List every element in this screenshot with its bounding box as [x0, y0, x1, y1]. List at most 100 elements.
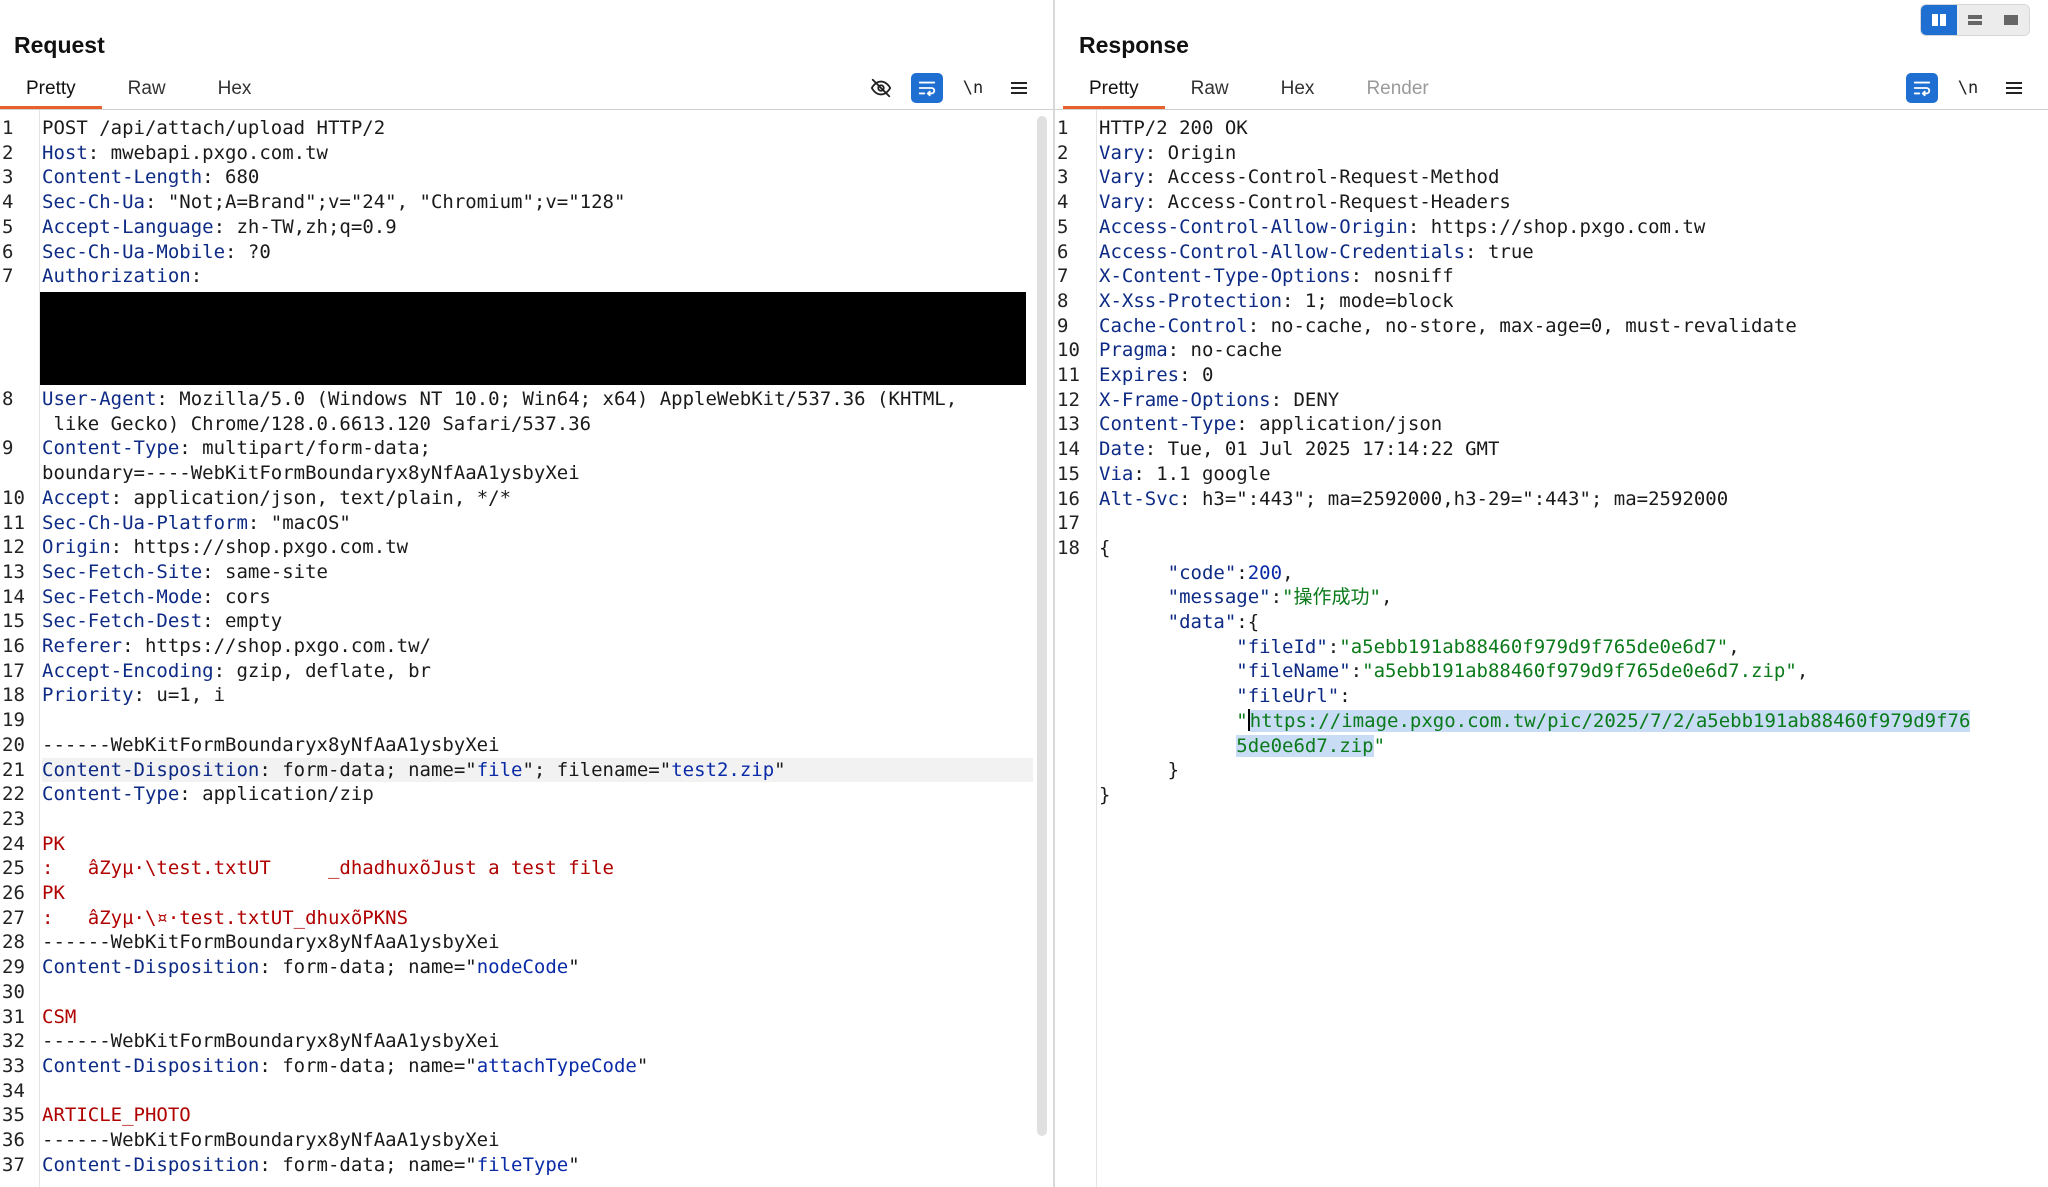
menu-icon[interactable] [1998, 73, 2030, 103]
layout-view-toggle [1920, 4, 2030, 36]
request-line: Sec-Fetch-Dest: empty [42, 610, 283, 633]
request-line: Origin: https://shop.pxgo.com.tw [42, 536, 409, 559]
response-line: Access-Control-Allow-Origin: https://sho… [1099, 215, 1706, 238]
newline-toggle[interactable]: \n [1952, 73, 1984, 103]
request-gutter: 1 2 3 4 5 6 7 8 9 10 11 12 13 14 15 16 17 18 19 20 21 22 23 24 2… [0, 110, 40, 1187]
request-scrollbar[interactable] [1037, 116, 1047, 1136]
response-code[interactable]: HTTP/2 200 OK Vary: Origin Vary: Access-… [1097, 110, 2048, 1187]
line-number: 8 [1057, 289, 1069, 312]
line-number: 4 [2, 191, 14, 214]
request-header: Request Pretty Raw Hex \n [0, 0, 1053, 110]
request-line: boundary=----WebKitFormBoundaryx8yNfAaA1… [42, 462, 580, 485]
response-json-line: "data":{ [1167, 611, 1260, 633]
line-number: 9 [2, 437, 14, 460]
request-line: Content-Type: multipart/form-data; [42, 437, 431, 460]
response-line: HTTP/2 200 OK [1099, 117, 1248, 139]
line-number: 22 [2, 783, 25, 806]
request-line: Content-Disposition: form-data; name="no… [42, 956, 580, 979]
line-number: 7 [1057, 265, 1069, 288]
request-line: like Gecko) Chrome/128.0.6613.120 Safari… [42, 412, 592, 435]
request-line: Content-Length: 680 [42, 166, 260, 189]
response-json-line: " https://image.pxgo.com.tw/pic/2025/7/2/… [1236, 708, 1971, 732]
response-tab-hex[interactable]: Hex [1255, 73, 1341, 109]
response-editor[interactable]: 1 2 3 4 5 6 7 8 9 10 11 12 13 14 15 16 17 18 HTTP/2 200 O… [1055, 110, 2048, 1187]
response-line: Vary: Origin [1099, 141, 1237, 164]
response-line: Content-Type: application/json [1099, 413, 1443, 436]
line-number: 5 [1057, 215, 1069, 238]
line-number: 12 [1057, 388, 1080, 411]
request-tab-hex[interactable]: Hex [192, 73, 278, 109]
request-tab-raw[interactable]: Raw [102, 73, 192, 109]
request-line: PK [42, 882, 65, 904]
response-line: Date: Tue, 01 Jul 2025 17:14:22 GMT [1099, 438, 1500, 461]
request-line: Priority: u=1, i [42, 684, 226, 707]
request-line: Content-Disposition: form-data; name="fi… [42, 1153, 580, 1176]
request-line: Accept-Encoding: gzip, deflate, br [42, 659, 431, 682]
split-columns-icon[interactable] [1921, 5, 1957, 35]
request-editor[interactable]: 1 2 3 4 5 6 7 8 9 10 11 12 13 14 15 16 17 18 19 20 21 22 23 24 2… [0, 110, 1053, 1187]
menu-icon[interactable] [1003, 73, 1035, 103]
response-line: Vary: Access-Control-Request-Headers [1099, 191, 1511, 214]
response-json-line: "fileId":"a5ebb191ab88460f979d9f765de0e6… [1236, 635, 1740, 658]
eye-off-icon[interactable] [865, 73, 897, 103]
line-number: 19 [2, 709, 25, 732]
line-number: 29 [2, 956, 25, 979]
request-code[interactable]: POST /api/attach/upload HTTP/2 Host: mwe… [40, 110, 1053, 1187]
wrap-icon[interactable] [911, 73, 943, 103]
line-number: 7 [2, 265, 14, 288]
request-line: Sec-Ch-Ua-Platform: "macOS" [42, 511, 351, 534]
line-number: 32 [2, 1030, 25, 1053]
line-number: 8 [2, 388, 14, 410]
request-line: Content-Disposition: form-data; name="at… [42, 1054, 649, 1077]
response-tab-render[interactable]: Render [1340, 73, 1454, 109]
newline-toggle[interactable]: \n [957, 73, 989, 103]
request-toolbar: \n [865, 73, 1035, 103]
line-number: 18 [2, 684, 25, 707]
line-number: 15 [1057, 462, 1080, 485]
line-number: 23 [2, 807, 25, 830]
single-pane-icon[interactable] [1993, 5, 2029, 35]
line-number: 25 [2, 857, 25, 880]
line-number: 36 [2, 1129, 25, 1151]
line-number: 15 [2, 610, 25, 633]
line-number: 6 [2, 240, 14, 263]
line-number: 12 [2, 536, 25, 559]
line-number: 16 [2, 635, 25, 657]
line-number: 18 [1057, 536, 1080, 559]
line-number: 10 [2, 486, 25, 509]
line-number: 16 [1057, 487, 1080, 510]
line-number: 2 [2, 141, 14, 164]
request-line: Sec-Ch-Ua: "Not;A=Brand";v="24", "Chromi… [42, 191, 626, 214]
response-line: X-Frame-Options: DENY [1099, 388, 1340, 411]
response-line: X-Xss-Protection: 1; mode=block [1099, 289, 1454, 312]
line-number: 13 [1057, 413, 1080, 436]
request-line: Sec-Fetch-Mode: cors [42, 585, 271, 608]
line-number: 5 [2, 215, 14, 238]
response-line: Access-Control-Allow-Credentials: true [1099, 240, 1534, 263]
line-number: 3 [1057, 166, 1069, 189]
line-number: 26 [2, 882, 25, 904]
response-tab-pretty[interactable]: Pretty [1063, 73, 1165, 109]
line-number: 2 [1057, 141, 1069, 164]
line-number: 10 [1057, 339, 1080, 362]
split-rows-icon[interactable] [1957, 5, 1993, 35]
request-line: ARTICLE_PHOTO [42, 1104, 191, 1127]
request-line: PK [42, 832, 65, 855]
response-line: Via: 1.1 google [1099, 462, 1271, 485]
wrap-icon[interactable] [1906, 73, 1938, 103]
response-json-line: "fileName":"a5ebb191ab88460f979d9f765de0… [1236, 660, 1809, 683]
response-tab-raw[interactable]: Raw [1165, 73, 1255, 109]
line-number: 37 [2, 1153, 25, 1176]
line-number: 11 [1057, 364, 1080, 386]
response-json-line: "code":200, [1167, 561, 1294, 584]
request-line: ------WebKitFormBoundaryx8yNfAaA1ysbyXei [42, 733, 500, 756]
request-line: CSM [42, 1005, 77, 1028]
request-line: Referer: https://shop.pxgo.com.tw/ [42, 635, 431, 657]
request-line: Accept: application/json, text/plain, */… [42, 486, 512, 509]
response-line: Cache-Control: no-cache, no-store, max-a… [1099, 314, 1797, 337]
response-json-line: } [1167, 759, 1180, 782]
line-number: 14 [2, 585, 25, 608]
request-line: Sec-Ch-Ua-Mobile: ?0 [42, 240, 271, 263]
request-tab-pretty[interactable]: Pretty [0, 73, 102, 109]
line-number: 27 [2, 906, 25, 929]
